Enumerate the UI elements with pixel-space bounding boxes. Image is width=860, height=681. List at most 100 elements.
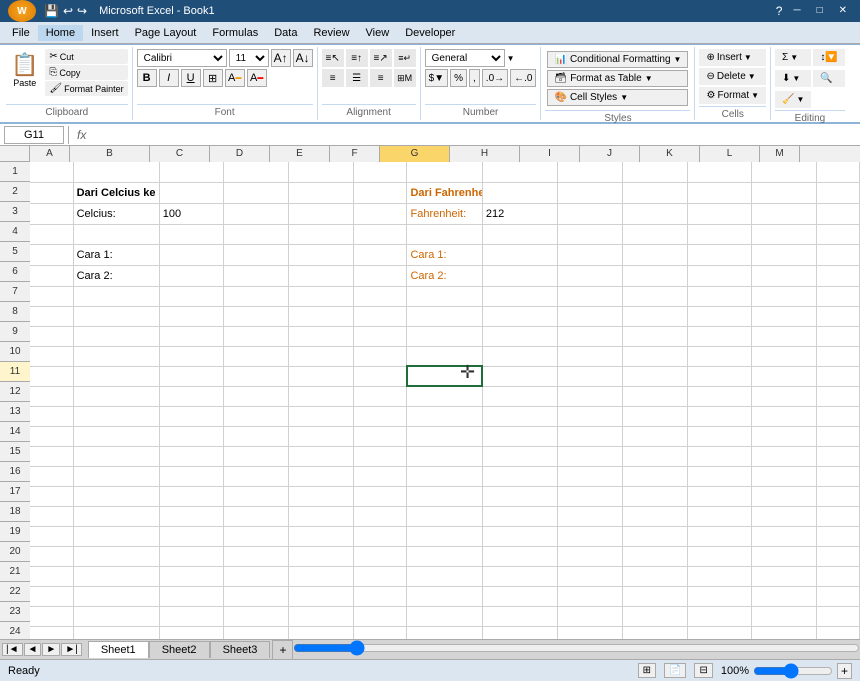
col-header-B[interactable]: B [70,146,150,162]
italic-button[interactable]: I [159,69,179,87]
cell-J18[interactable] [622,506,687,526]
row-num-13[interactable]: 13 [0,402,30,422]
cell-J10[interactable] [622,346,687,366]
cell-D3[interactable] [224,203,289,224]
row-num-16[interactable]: 16 [0,462,30,482]
cell-M13[interactable] [816,406,859,426]
cell-K6[interactable] [687,265,752,286]
cell-J5[interactable] [622,244,687,265]
cell-A2[interactable] [30,182,73,203]
sum-btn[interactable]: Σ ▼ [775,49,811,66]
cell-L16[interactable] [752,466,817,486]
cell-I23[interactable] [558,606,623,626]
cell-D24[interactable] [224,626,289,639]
cell-J1[interactable] [622,162,687,182]
cell-L10[interactable] [752,346,817,366]
cell-H9[interactable] [482,326,557,346]
row-num-7[interactable]: 7 [0,282,30,302]
cell-K14[interactable] [687,426,752,446]
cell-M7[interactable] [816,286,859,306]
name-box[interactable] [4,126,64,144]
menu-insert[interactable]: Insert [83,25,127,41]
cell-C21[interactable] [159,566,224,586]
cell-H11[interactable] [482,366,557,386]
cell-M6[interactable] [816,265,859,286]
find-select-btn[interactable]: 🔍 [813,70,844,87]
cell-I6[interactable] [558,265,623,286]
cell-J14[interactable] [622,426,687,446]
cell-C8[interactable] [159,306,224,326]
cell-D8[interactable] [224,306,289,326]
cell-M16[interactable] [816,466,859,486]
cell-D6[interactable] [224,265,289,286]
cell-C12[interactable] [159,386,224,406]
cell-G11[interactable] [407,366,482,386]
cell-B3[interactable]: Celcius: [73,203,159,224]
cell-C24[interactable] [159,626,224,639]
sheet-tab-sheet1[interactable]: Sheet1 [88,641,149,658]
cell-L14[interactable] [752,426,817,446]
cell-M24[interactable] [816,626,859,639]
cell-G23[interactable] [407,606,482,626]
cell-G16[interactable] [407,466,482,486]
cell-F22[interactable] [353,586,407,606]
cell-L22[interactable] [752,586,817,606]
row-num-15[interactable]: 15 [0,442,30,462]
decrease-font-btn[interactable]: A↓ [293,49,313,67]
cell-L6[interactable] [752,265,817,286]
cell-C7[interactable] [159,286,224,306]
cell-F13[interactable] [353,406,407,426]
cell-A17[interactable] [30,486,73,506]
cell-G8[interactable] [407,306,482,326]
fill-color-button[interactable]: A▬ [225,69,245,87]
cell-G4[interactable] [407,224,482,244]
cell-I2[interactable] [558,182,623,203]
cell-K5[interactable] [687,244,752,265]
menu-formulas[interactable]: Formulas [204,25,266,41]
cell-C14[interactable] [159,426,224,446]
cell-F6[interactable] [353,265,407,286]
fill-btn[interactable]: ⬇ ▼ [775,70,811,87]
paste-button[interactable]: 📋 Paste [6,49,43,96]
format-as-table-btn[interactable]: 🗃 Format as Table ▼ [547,70,688,87]
cell-D17[interactable] [224,486,289,506]
cell-J22[interactable] [622,586,687,606]
cell-K1[interactable] [687,162,752,182]
cell-L18[interactable] [752,506,817,526]
col-header-A[interactable]: A [30,146,70,162]
cell-J12[interactable] [622,386,687,406]
cell-A10[interactable] [30,346,73,366]
cell-L2[interactable] [752,182,817,203]
row-num-14[interactable]: 14 [0,422,30,442]
cell-M17[interactable] [816,486,859,506]
row-num-3[interactable]: 3 [0,202,30,222]
cell-A1[interactable] [30,162,73,182]
cell-L1[interactable] [752,162,817,182]
col-header-F[interactable]: F [330,146,380,162]
font-size-select[interactable]: 11 [229,49,269,67]
cut-button[interactable]: ✂ Cut [45,49,127,64]
cell-K3[interactable] [687,203,752,224]
cell-A4[interactable] [30,224,73,244]
minimize-btn[interactable]: ─ [788,4,805,18]
cell-E23[interactable] [289,606,354,626]
row-num-19[interactable]: 19 [0,522,30,542]
cell-E14[interactable] [289,426,354,446]
office-button[interactable]: W [8,0,36,22]
cell-K4[interactable] [687,224,752,244]
cell-E4[interactable] [289,224,354,244]
cell-I12[interactable] [558,386,623,406]
cell-G10[interactable] [407,346,482,366]
cell-D14[interactable] [224,426,289,446]
cell-E3[interactable] [289,203,354,224]
cell-I5[interactable] [558,244,623,265]
cell-C20[interactable] [159,546,224,566]
cell-E21[interactable] [289,566,354,586]
cell-B14[interactable] [73,426,159,446]
cell-A11[interactable] [30,366,73,386]
cell-L13[interactable] [752,406,817,426]
font-family-select[interactable]: Calibri [137,49,227,67]
cell-J2[interactable] [622,182,687,203]
align-top-right-btn[interactable]: ≡↗ [370,49,392,67]
cell-E9[interactable] [289,326,354,346]
